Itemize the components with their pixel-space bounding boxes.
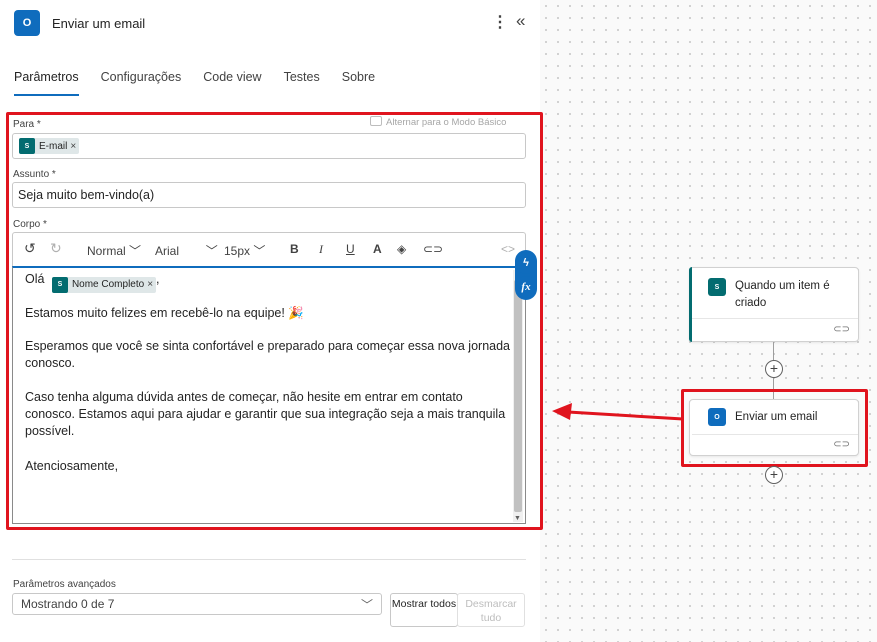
tab-settings[interactable]: Configurações xyxy=(101,70,182,96)
card-divider xyxy=(692,318,858,319)
arrow-annotation xyxy=(552,403,684,421)
more-options-icon[interactable]: ⋮ xyxy=(492,12,508,32)
collapse-panel-icon[interactable]: « xyxy=(516,11,525,31)
show-all-button[interactable]: Mostrar todos xyxy=(390,593,458,627)
panel-title: Enviar um email xyxy=(52,16,146,31)
tab-tests[interactable]: Testes xyxy=(284,70,320,96)
tab-bar: Parâmetros Configurações Code view Teste… xyxy=(14,70,397,96)
advanced-params-value: Mostrando 0 de 7 xyxy=(21,597,115,611)
card-accent xyxy=(689,267,692,342)
trigger-card[interactable]: S Quando um item é criado ⊂⊃ xyxy=(689,267,859,342)
outlook-icon: O xyxy=(14,10,40,36)
sharepoint-icon: S xyxy=(708,278,726,296)
tab-parameters[interactable]: Parâmetros xyxy=(14,70,79,96)
advanced-params-label: Parâmetros avançados xyxy=(13,579,116,590)
tab-about[interactable]: Sobre xyxy=(342,70,375,96)
clear-all-button[interactable]: Desmarcar tudo xyxy=(457,593,525,627)
trigger-title: Quando um item é criado xyxy=(735,280,830,309)
highlight-box xyxy=(681,389,868,467)
add-step-icon[interactable]: + xyxy=(765,360,783,378)
highlight-box xyxy=(6,112,543,530)
add-step-icon[interactable]: + xyxy=(765,466,783,484)
chevron-down-icon: ﹀ xyxy=(360,598,373,612)
link-icon[interactable]: ⊂⊃ xyxy=(833,324,850,335)
divider xyxy=(12,559,526,560)
tab-code-view[interactable]: Code view xyxy=(203,70,261,96)
panel-header: O Enviar um email ⋮ « xyxy=(14,10,534,38)
advanced-params-select[interactable]: Mostrando 0 de 7 ﹀ xyxy=(12,593,382,615)
